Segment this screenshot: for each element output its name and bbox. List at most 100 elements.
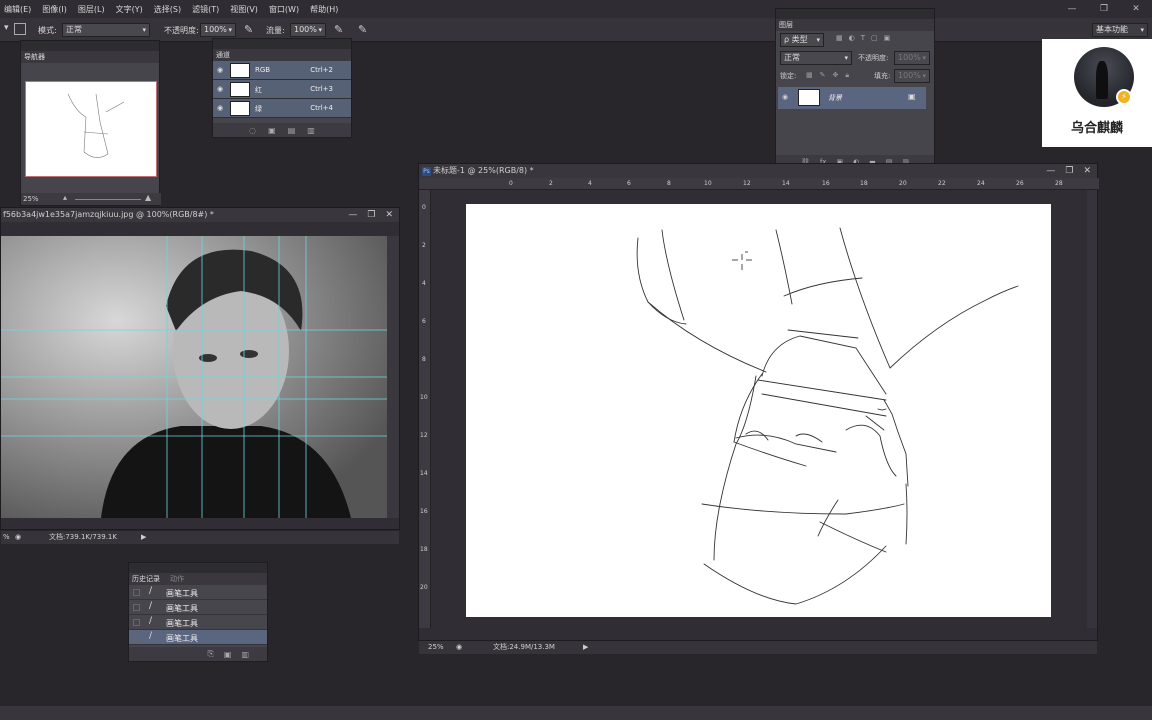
load-selection-icon[interactable]: ◌ (249, 126, 256, 135)
tab-navigator[interactable]: 导航器 (21, 51, 159, 63)
lock-transparency-icon[interactable]: ▩ (806, 71, 813, 80)
layer-row-background[interactable]: ◉ 背景 ▣ (778, 87, 926, 109)
ruler-top[interactable]: 0 2 4 6 8 10 12 14 16 18 20 22 24 26 28 (419, 178, 1099, 190)
channel-row-red[interactable]: ◉ 红 Ctrl+3 (213, 80, 351, 99)
menu-view[interactable]: 视图(V) (230, 4, 258, 15)
menu-type[interactable]: 文字(Y) (116, 4, 143, 15)
smart-filter-icon[interactable]: ▣ (884, 34, 891, 42)
status-menu-arrow-icon[interactable]: ▶ (583, 641, 588, 654)
new-document-from-state-icon[interactable]: ⎘ (207, 649, 213, 659)
lock-pixels-icon[interactable]: ✎ (820, 71, 826, 80)
close-icon[interactable]: ✕ (385, 208, 393, 222)
minimize-icon[interactable]: — (1056, 0, 1088, 18)
channel-row-rgb[interactable]: ◉ RGB Ctrl+2 (213, 61, 351, 80)
menu-help[interactable]: 帮助(H) (310, 4, 338, 15)
history-row[interactable]: ∕ 画笔工具 (129, 585, 267, 600)
fill-label: 填充: (874, 72, 891, 80)
ruler-tick-label: 6 (422, 318, 426, 325)
flow-label: 流量: (266, 26, 285, 35)
lock-all-icon[interactable]: 🔒︎ (845, 71, 849, 80)
tab-channels[interactable]: 通道 (213, 49, 351, 61)
minimize-icon[interactable]: — (1046, 164, 1055, 178)
opacity-input[interactable]: 100% (200, 23, 236, 37)
brush-tool-icon: ∕ (149, 616, 153, 626)
camera-icon[interactable]: ▣ (224, 650, 232, 659)
history-panel: 历史记录 动作 ∕ 画笔工具 ∕ 画笔工具 ∕ 画笔工具 ∕ 画笔工具 ⎘ ▣ … (128, 562, 268, 662)
brush-preset-icon[interactable]: ▾ (4, 23, 9, 33)
pressure-size-icon[interactable]: ✎ (358, 23, 367, 36)
ruler-tick-label: 10 (420, 394, 428, 401)
lightning-badge-icon: ⚡︎ (1116, 89, 1132, 105)
restore-icon[interactable]: ❐ (367, 208, 375, 222)
save-selection-icon[interactable]: ▣ (268, 126, 276, 135)
ruler-tick-label: 0 (509, 180, 513, 187)
document-title: f56b3a4jw1e35a7jamzqjkiuu.jpg @ 100%(RGB… (3, 210, 214, 219)
eye-icon[interactable]: ◉ (217, 104, 223, 112)
history-row[interactable]: ∕ 画笔工具 (129, 600, 267, 615)
blend-mode-select[interactable]: 正常 (780, 51, 852, 65)
menu-image[interactable]: 图像(I) (42, 4, 67, 15)
drawing-canvas[interactable] (466, 204, 1051, 617)
adjust-filter-icon[interactable]: ◐ (849, 34, 855, 42)
ruler-tick-label: 6 (627, 180, 631, 187)
channel-row-green[interactable]: ◉ 绿 Ctrl+4 (213, 99, 351, 118)
tab-layers[interactable]: 图层 (776, 19, 934, 31)
eye-icon[interactable]: ◉ (782, 93, 788, 101)
type-filter-icon[interactable]: T (861, 34, 865, 42)
snapshot-checkbox[interactable] (133, 604, 140, 611)
vertical-scrollbar[interactable] (387, 236, 399, 518)
menu-window[interactable]: 窗口(W) (269, 4, 299, 15)
new-channel-icon[interactable]: ▤ (288, 126, 296, 135)
delete-icon[interactable]: ▥ (307, 126, 315, 135)
fill-input[interactable]: 100% (894, 69, 930, 83)
brush-panel-icon[interactable] (14, 23, 26, 35)
navigator-preview[interactable] (25, 81, 157, 177)
workspace-select[interactable]: 基本功能 (1092, 23, 1148, 37)
shape-filter-icon[interactable]: ▢ (871, 34, 878, 42)
ruler-tick-label: 12 (420, 432, 428, 439)
mode-select[interactable]: 正常 (62, 23, 150, 37)
layer-opacity-input[interactable]: 100% (894, 51, 930, 65)
ruler-tick-label: 14 (420, 470, 428, 477)
channel-name: RGB (255, 66, 271, 74)
zoom-out-icon[interactable]: ▴ (63, 193, 67, 202)
history-row[interactable]: ∕ 画笔工具 (129, 615, 267, 630)
tab-history[interactable]: 历史记录 (132, 573, 160, 585)
close-icon[interactable]: ✕ (1120, 0, 1152, 18)
navigator-zoom-value[interactable]: 25% (23, 195, 39, 203)
close-icon[interactable]: ✕ (1083, 164, 1091, 178)
snapshot-checkbox[interactable] (133, 634, 140, 641)
pressure-opacity-icon[interactable]: ✎ (244, 23, 253, 36)
vertical-scrollbar[interactable] (1087, 190, 1097, 628)
ruler-tick-label: 18 (420, 546, 428, 553)
minimize-icon[interactable]: — (348, 208, 357, 222)
snapshot-checkbox[interactable] (133, 589, 140, 596)
menu-bar: 编辑(E) 图像(I) 图层(L) 文字(Y) 选择(S) 滤镜(T) 视图(V… (0, 0, 1152, 18)
tab-actions[interactable]: 动作 (170, 573, 184, 585)
maximize-icon[interactable]: ❐ (1088, 0, 1120, 18)
zoom-in-icon[interactable]: ▲ (145, 193, 151, 202)
eye-icon[interactable]: ◉ (217, 85, 223, 93)
menu-filter[interactable]: 滤镜(T) (192, 4, 219, 15)
status-menu-arrow-icon[interactable]: ▶ (141, 531, 146, 544)
menu-layer[interactable]: 图层(L) (78, 4, 105, 15)
menu-select[interactable]: 选择(S) (154, 4, 181, 15)
history-row-selected[interactable]: ∕ 画笔工具 (129, 630, 267, 645)
zoom-slider[interactable] (75, 199, 141, 200)
eye-icon[interactable]: ◉ (217, 66, 223, 74)
zoom-value[interactable]: % (3, 531, 10, 544)
flow-input[interactable]: 100% (290, 23, 326, 37)
reference-photo[interactable] (1, 236, 387, 518)
lock-position-icon[interactable]: ✥ (833, 71, 839, 80)
restore-icon[interactable]: ❐ (1065, 164, 1073, 178)
zoom-value[interactable]: 25% (428, 641, 444, 654)
menu-edit[interactable]: 编辑(E) (4, 4, 31, 15)
document-tab[interactable]: f56b3a4jw1e35a7jamzqjkiuu.jpg @ 100%(RGB… (1, 208, 399, 222)
delete-icon[interactable]: ▥ (241, 650, 249, 659)
snapshot-checkbox[interactable] (133, 619, 140, 626)
pixel-filter-icon[interactable]: ▦ (836, 34, 843, 42)
airbrush-icon[interactable]: ✎ (334, 23, 343, 36)
layer-kind-filter[interactable]: ρ 类型 (780, 33, 824, 47)
document-tab[interactable]: Ps 未标题-1 @ 25%(RGB/8) * — ❐ ✕ (419, 164, 1097, 178)
ruler-left[interactable]: 0 2 4 6 8 10 12 14 16 18 20 (419, 190, 431, 628)
